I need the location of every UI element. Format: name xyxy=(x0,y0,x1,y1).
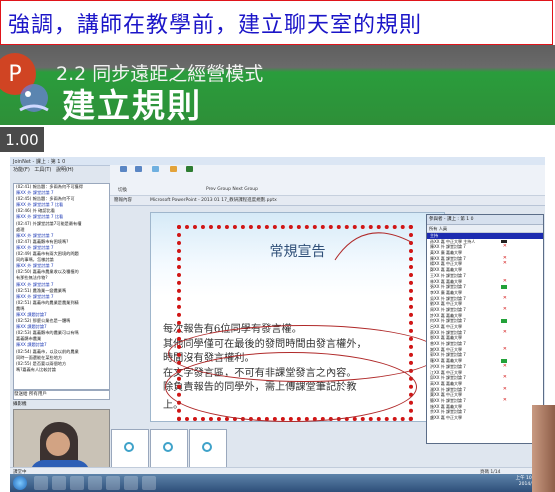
document-path: Microsoft PowerPoint - 2013 01 17_教研課程進度… xyxy=(150,198,277,203)
participant-filter[interactable]: 所有 人員 xyxy=(427,225,543,233)
taskbar-app-icon[interactable] xyxy=(88,476,102,490)
tool-icon[interactable] xyxy=(186,166,193,172)
menu-bar: 功能(F) 工具(T) 說明(H) xyxy=(10,166,110,174)
presenter-hand-photo xyxy=(532,405,555,492)
camera-label: 攝影機 xyxy=(13,402,27,407)
tool-icon[interactable] xyxy=(152,166,159,172)
caption-box: 強調，講師在教學前，建立聊天室的規則 xyxy=(0,0,553,45)
toolbar-label: Prev Group Next Group xyxy=(206,187,258,192)
toolbar-label: 切換 xyxy=(118,188,127,193)
taskbar-app-icon[interactable] xyxy=(124,476,138,490)
taskbar-app-icon[interactable] xyxy=(142,476,156,490)
menu-item[interactable]: 說明(H) xyxy=(56,166,74,173)
taskbar-app-icon[interactable] xyxy=(34,476,48,490)
taskbar-app-icon[interactable] xyxy=(52,476,66,490)
mascot-icon xyxy=(19,84,49,112)
thumbnail-logo-icon xyxy=(202,442,212,452)
menu-item[interactable]: 功能(F) xyxy=(13,166,30,173)
tool-icon[interactable] xyxy=(170,166,177,172)
playback-rate[interactable]: 1.00 xyxy=(0,127,44,152)
tool-icon[interactable] xyxy=(120,166,127,172)
participant-list[interactable]: 參與者 - 課上 : 第 1 0 所有 人員 主持 孫XX 嘉 中正大學 主持人… xyxy=(426,214,544,444)
participant-row[interactable]: 盧XX 嘉 中正大學 xyxy=(427,415,543,421)
tab-slides[interactable]: 簡報內容 xyxy=(114,197,132,203)
thumbnail-logo-icon xyxy=(163,442,173,452)
toolbar: 切換 Prev Group Next Group xyxy=(110,165,545,196)
chat-input[interactable]: 發送給 所有用戶 xyxy=(13,390,110,400)
taskbar: 上午 10:07 2014/1/7 xyxy=(10,474,545,492)
embedded-screenshot: JoinNet - 課上 : 第 1 0 功能(F) 工具(T) 說明(H) 切… xyxy=(10,157,545,492)
taskbar-app-icon[interactable] xyxy=(106,476,120,490)
annotation-oval xyxy=(165,352,417,422)
thumbnail-logo-icon xyxy=(124,442,134,452)
caption-text: 強調，講師在教學前，建立聊天室的規則 xyxy=(8,13,423,38)
annotation-curve xyxy=(334,232,412,261)
window-title-text: JoinNet - 課上 : 第 1 0 xyxy=(13,159,66,165)
chat-line: 嗎?嘉義有人比較討論 xyxy=(16,366,56,372)
document-tabbar: 簡報內容 Microsoft PowerPoint - 2013 01 17_教… xyxy=(110,196,545,206)
taskbar-app-icon[interactable] xyxy=(70,476,84,490)
participant-list-titlebar: 參與者 - 課上 : 第 1 0 xyxy=(427,215,543,225)
presenter-face xyxy=(46,432,70,456)
menu-item[interactable]: 工具(T) xyxy=(34,166,51,173)
slide-title: 建立規則 xyxy=(62,86,202,125)
start-orb-icon[interactable] xyxy=(13,476,27,490)
slide-header-band: 2.2 同步遠距之經營模式 建立規則 xyxy=(0,45,555,125)
chat-log[interactable]: (02:41) 報告題：多兩為何不可獲得 陳XX 外 課堂討論 7 (02:45… xyxy=(13,183,110,390)
tool-icon[interactable] xyxy=(135,166,142,172)
